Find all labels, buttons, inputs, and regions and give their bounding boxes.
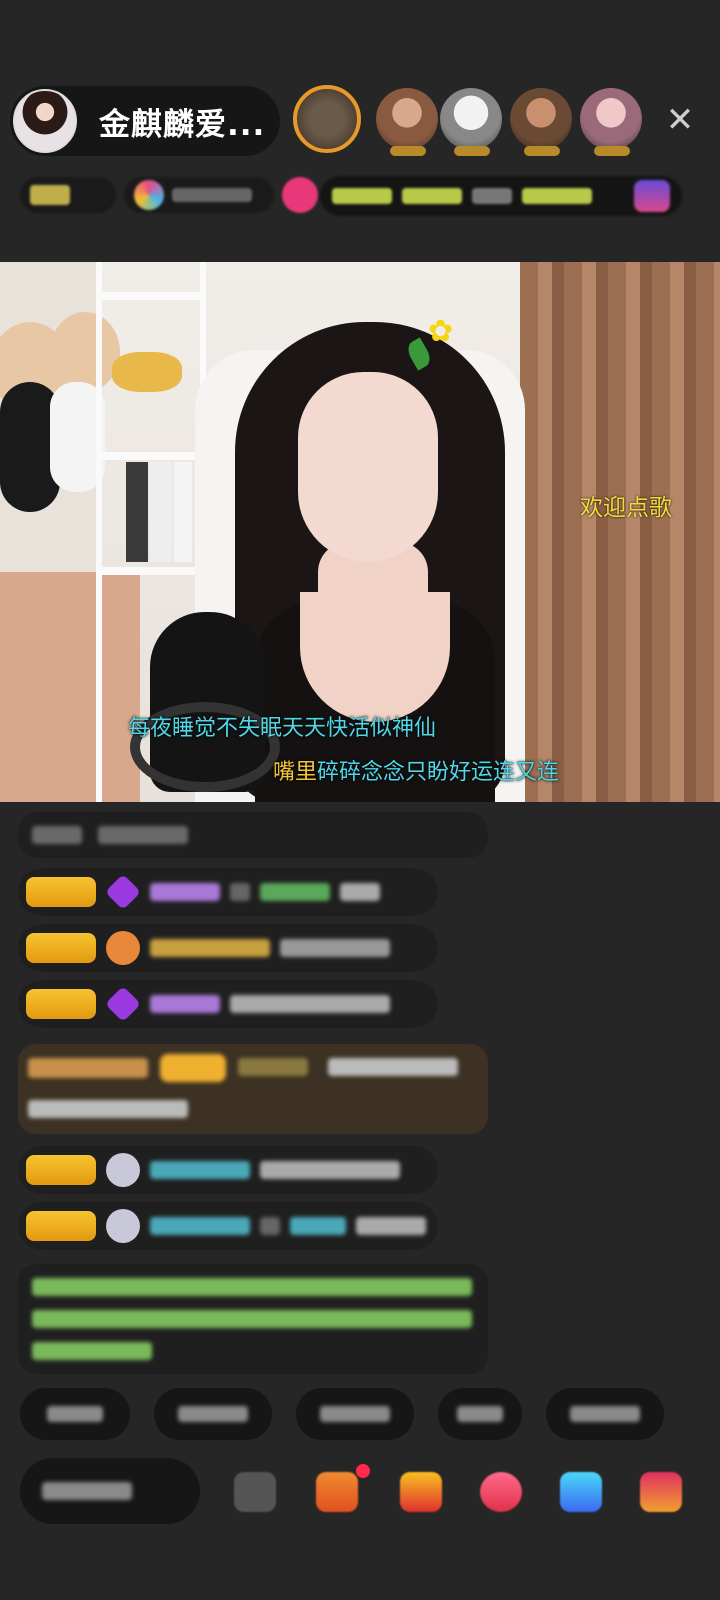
- live-video[interactable]: ✿ 欢迎点歌 每夜睡觉不失眠天天快活似神仙 嘴里碎碎念念只盼好运连又连: [0, 262, 720, 802]
- quick-reply-chip[interactable]: [154, 1388, 272, 1440]
- fan-badge-icon: [106, 931, 140, 965]
- chat-message[interactable]: [18, 924, 438, 972]
- top-viewer-5[interactable]: [580, 88, 642, 156]
- top-viewer-3[interactable]: [440, 88, 502, 156]
- level-badge: [26, 1155, 96, 1185]
- lyric-line-1: 每夜睡觉不失眠天天快活似神仙: [128, 716, 437, 741]
- announcement-chip[interactable]: [320, 176, 682, 216]
- rank-chip[interactable]: [20, 177, 116, 213]
- chat-input[interactable]: [20, 1458, 200, 1524]
- gift-bubble-icon[interactable]: [282, 177, 318, 213]
- vip-gem-icon: [104, 985, 142, 1023]
- like-icon[interactable]: [480, 1472, 522, 1512]
- host-info[interactable]: 金麒麟爱...: [10, 86, 280, 156]
- top-viewer-2[interactable]: [376, 88, 438, 156]
- top-viewer-4[interactable]: [510, 88, 572, 156]
- level-badge: [26, 877, 96, 907]
- level-badge: [26, 989, 96, 1019]
- lyric-line-2: 嘴里碎碎念念只盼好运连又连: [273, 754, 559, 786]
- chat-message[interactable]: [18, 1202, 438, 1250]
- user-avatar[interactable]: [106, 1153, 140, 1187]
- level-badge: [26, 1211, 96, 1241]
- user-avatar[interactable]: [106, 1209, 140, 1243]
- top-viewer-1[interactable]: [293, 85, 361, 153]
- vip-gem-icon: [104, 873, 142, 911]
- quick-reply-chip[interactable]: [438, 1388, 522, 1440]
- gift-message[interactable]: [18, 1044, 488, 1134]
- emoji-icon[interactable]: [234, 1472, 276, 1512]
- lyric-line-2-rest: 碎碎念念只盼好运连又连: [317, 760, 560, 785]
- lyric-line-2-highlight: 嘴里: [273, 760, 318, 785]
- bottom-toolbar: [20, 1458, 710, 1528]
- quick-reply-row: [20, 1388, 664, 1440]
- host-name: 金麒麟爱...: [99, 106, 266, 143]
- treasure-icon[interactable]: [400, 1472, 442, 1512]
- host-avatar[interactable]: [13, 89, 77, 153]
- chat-message[interactable]: [18, 980, 438, 1028]
- video-overlay-text: 欢迎点歌: [580, 495, 672, 521]
- quick-reply-chip[interactable]: [296, 1388, 414, 1440]
- chat-message[interactable]: [18, 1146, 438, 1194]
- quick-reply-chip[interactable]: [546, 1388, 664, 1440]
- notification-dot: [356, 1464, 370, 1478]
- close-icon[interactable]: ✕: [660, 100, 700, 140]
- game-icon[interactable]: [560, 1472, 602, 1512]
- system-message: [18, 812, 488, 858]
- gift-box-icon[interactable]: [316, 1472, 358, 1512]
- level-badge: [26, 933, 96, 963]
- quick-reply-chip[interactable]: [20, 1388, 130, 1440]
- stats-chip[interactable]: [124, 177, 274, 213]
- flower-sticker-icon: ✿: [428, 314, 454, 349]
- streamer-face: [298, 372, 438, 562]
- chat-message[interactable]: [18, 868, 438, 916]
- curtain: [520, 262, 720, 802]
- room-notice-message: [18, 1264, 488, 1374]
- gift-icon[interactable]: [640, 1472, 682, 1512]
- room-stats-row: [20, 172, 318, 218]
